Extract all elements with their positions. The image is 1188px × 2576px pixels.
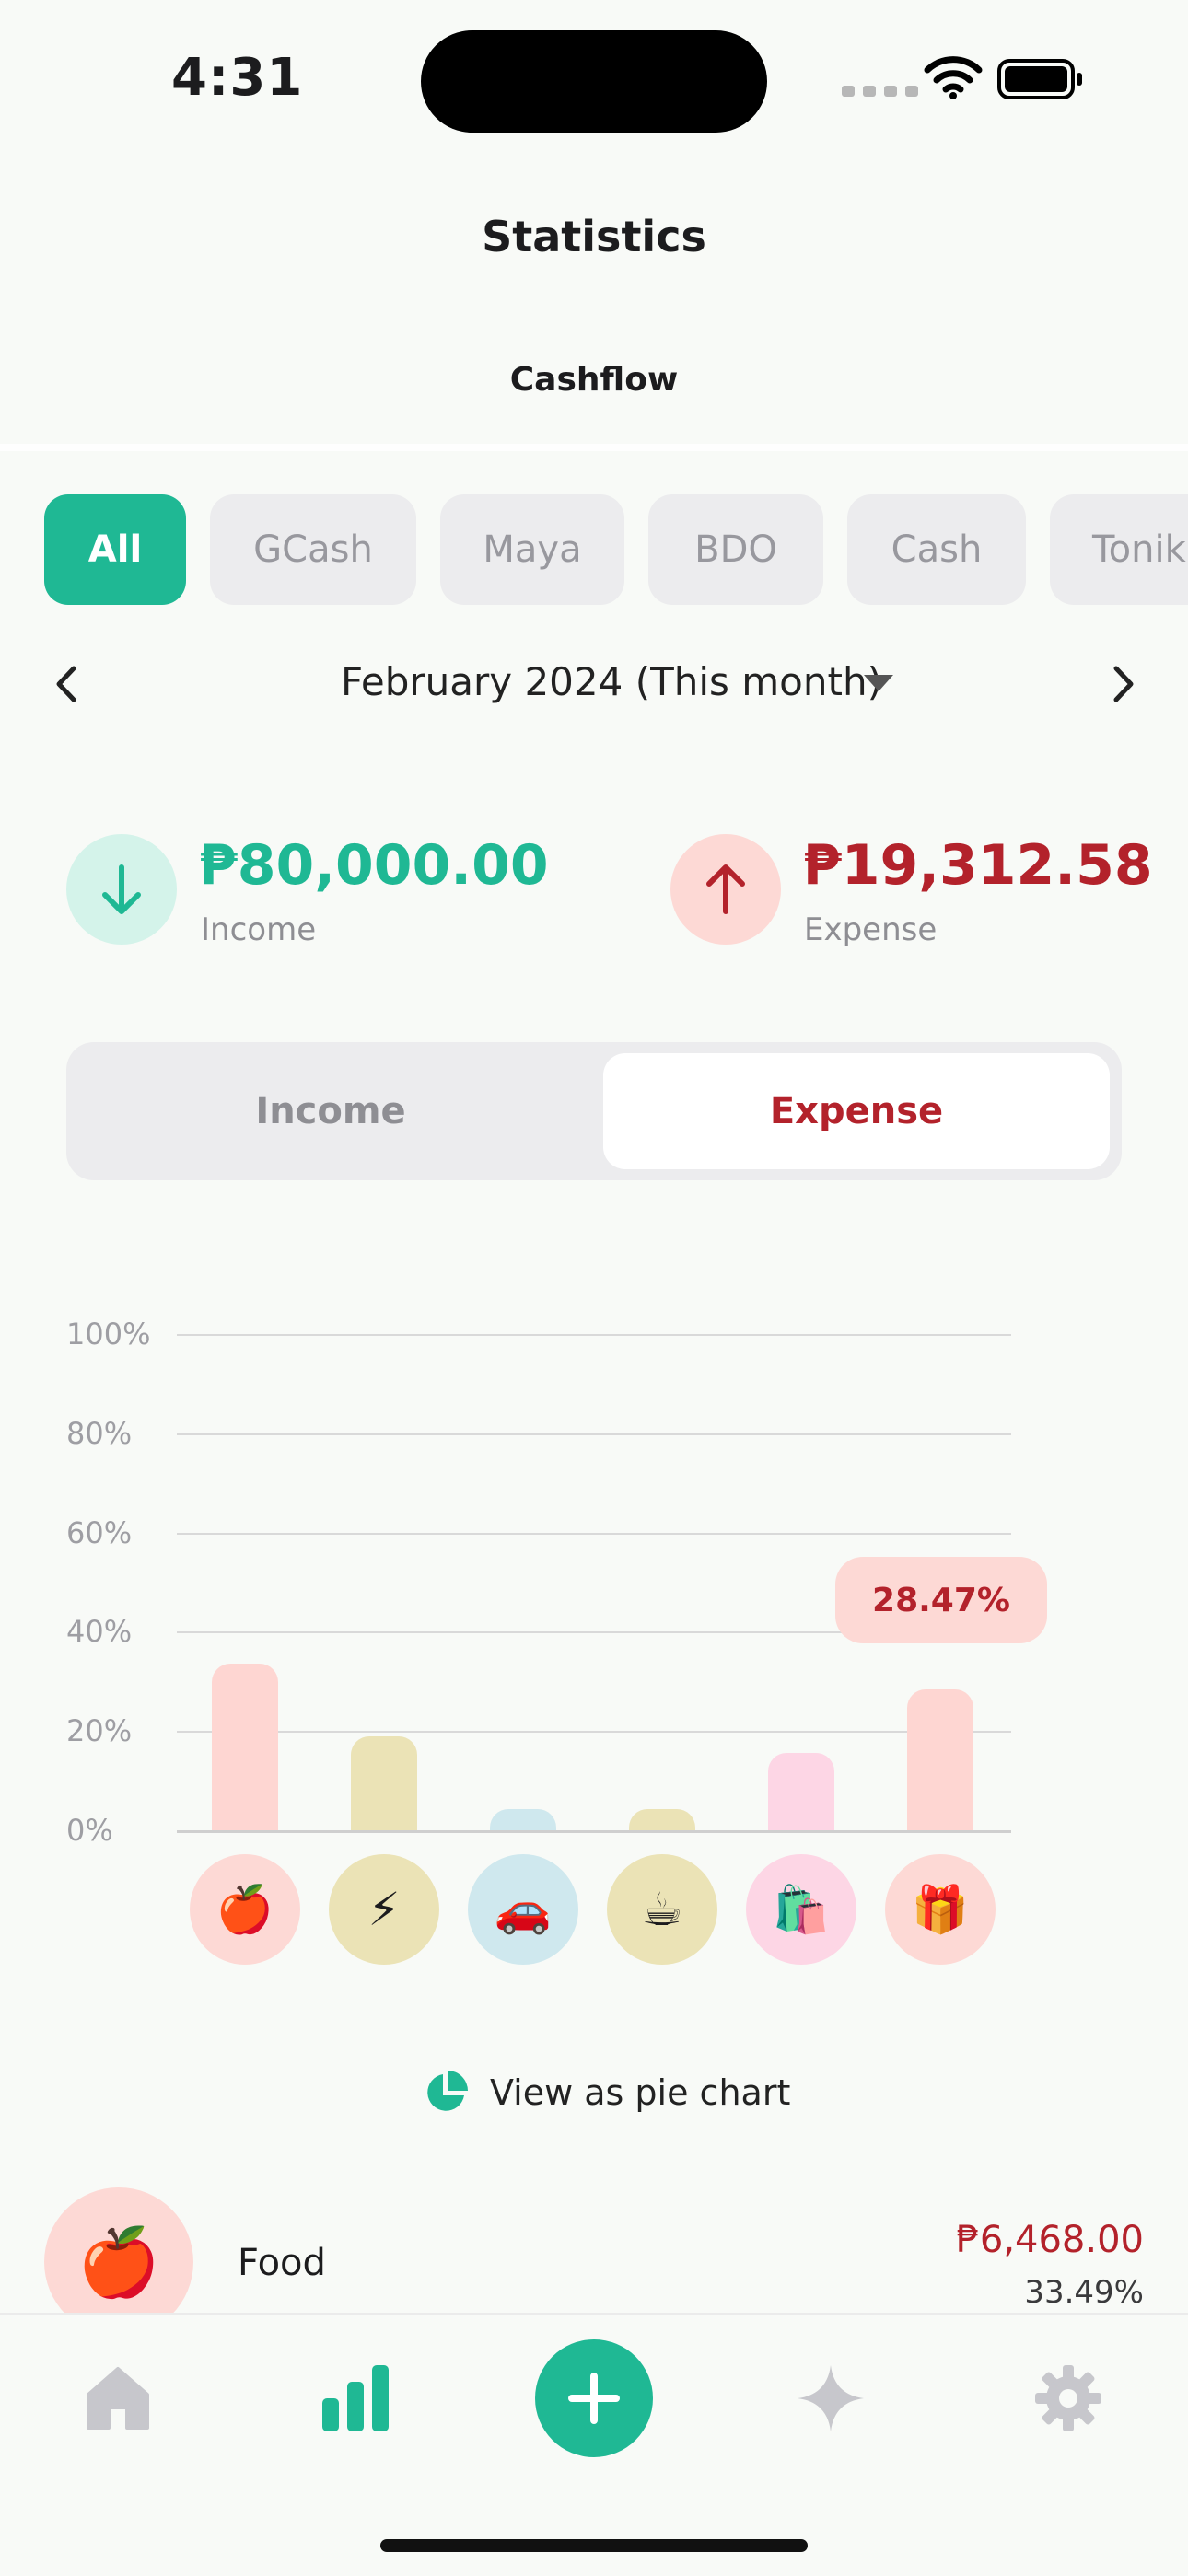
y-tick-label: 20%: [66, 1713, 133, 1749]
income-label: Income: [201, 911, 317, 948]
gridline: [177, 1334, 1011, 1336]
wifi-icon: [924, 56, 983, 99]
statistics-icon[interactable]: [319, 2361, 392, 2435]
period-label[interactable]: February 2024 (This month): [341, 659, 882, 704]
chip-maya[interactable]: Maya: [440, 494, 624, 605]
toggle-income[interactable]: Income: [77, 1053, 584, 1169]
category-icon-utilities[interactable]: ⚡: [329, 1854, 439, 1965]
gear-icon[interactable]: [1031, 2361, 1105, 2435]
chevron-right-icon[interactable]: [1105, 661, 1142, 707]
chevron-left-icon[interactable]: [48, 661, 85, 707]
category-icon-coffee[interactable]: ☕: [607, 1854, 717, 1965]
arrow-up-icon: [706, 864, 745, 914]
caret-down-icon[interactable]: [864, 675, 893, 691]
cashflow-subtitle: Cashflow: [509, 361, 679, 399]
category-icon-transport[interactable]: 🚗: [468, 1854, 578, 1965]
gridline: [177, 1532, 1011, 1535]
bar-value-tooltip: 28.47%: [835, 1557, 1047, 1643]
y-tick-label: 60%: [66, 1514, 133, 1550]
home-icon[interactable]: [81, 2361, 155, 2435]
plus-icon: [568, 2373, 620, 2424]
bar-shopping[interactable]: [768, 1752, 834, 1830]
chip-bdo[interactable]: BDO: [648, 494, 823, 605]
page-title: Statistics: [482, 212, 706, 261]
battery-icon: [997, 59, 1082, 99]
category-icon-gifts[interactable]: 🎁: [885, 1854, 996, 1965]
chip-cash[interactable]: Cash: [847, 494, 1026, 605]
cellular-signal-icon: [842, 86, 918, 97]
chart-baseline: [177, 1830, 1011, 1833]
dynamic-island: [421, 30, 767, 133]
category-amount: ₱6,468.00: [956, 2219, 1144, 2261]
chip-gcash[interactable]: GCash: [210, 494, 416, 605]
home-indicator: [380, 2539, 808, 2552]
arrow-down-icon: [102, 864, 141, 914]
expense-total: ₱19,312.58: [803, 833, 1153, 898]
chip-tonik[interactable]: Tonik: [1050, 494, 1188, 605]
header-divider: [0, 444, 1188, 451]
pie-chart-icon: [427, 2071, 468, 2111]
y-tick-label: 80%: [66, 1415, 133, 1451]
y-tick-label: 0%: [66, 1813, 113, 1848]
expense-arrow-badge: [670, 834, 781, 945]
view-pie-chart-link[interactable]: View as pie chart: [422, 2069, 790, 2117]
bar-food[interactable]: [212, 1664, 278, 1830]
add-transaction-button[interactable]: [535, 2339, 653, 2457]
bar-utilities[interactable]: [351, 1736, 417, 1830]
chip-all[interactable]: All: [44, 494, 186, 605]
category-percent: 33.49%: [1024, 2274, 1144, 2311]
bar-transport[interactable]: [490, 1809, 556, 1830]
pie-link-label: View as pie chart: [490, 2072, 791, 2113]
bar-gifts[interactable]: [907, 1688, 973, 1830]
income-total: ₱80,000.00: [199, 833, 549, 898]
status-time: 4:31: [171, 48, 304, 108]
gridline: [177, 1731, 1011, 1734]
gridline: [177, 1433, 1011, 1435]
y-tick-label: 40%: [66, 1614, 133, 1650]
income-arrow-badge: [66, 834, 177, 945]
expense-label: Expense: [804, 911, 938, 948]
account-filter-chips: All GCash Maya BDO Cash Tonik: [44, 494, 1188, 605]
category-icon-shopping[interactable]: 🛍️: [746, 1854, 856, 1965]
y-tick-label: 100%: [66, 1317, 151, 1352]
category-icon-food[interactable]: 🍎: [190, 1854, 300, 1965]
sparkle-icon[interactable]: [794, 2361, 868, 2435]
category-name[interactable]: Food: [238, 2242, 326, 2284]
bar-coffee[interactable]: [629, 1809, 695, 1830]
toggle-expense[interactable]: Expense: [603, 1053, 1110, 1169]
